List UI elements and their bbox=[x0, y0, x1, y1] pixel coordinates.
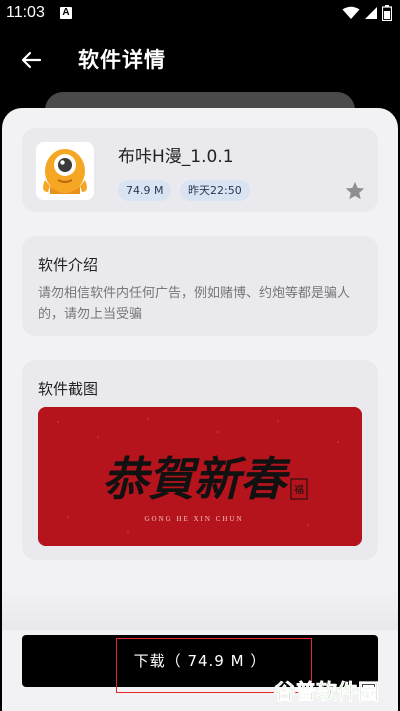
arrow-left-icon bbox=[21, 51, 42, 69]
wifi-icon bbox=[342, 6, 360, 19]
status-time: 11:03 bbox=[6, 4, 45, 21]
app-mascot-icon bbox=[36, 142, 94, 200]
date-badge: 昨天22:50 bbox=[180, 180, 250, 201]
screenshots-title: 软件截图 bbox=[38, 380, 99, 398]
screenshot-image[interactable]: 恭賀新春 GONG HE XIN CHUN 福 bbox=[38, 407, 362, 546]
intro-text: 请勿相信软件内任何广告，例如赌博、约炮等都是骗人的，请勿上当受骗 bbox=[38, 286, 351, 322]
new-year-banner: 恭賀新春 GONG HE XIN CHUN 福 bbox=[38, 407, 362, 546]
favorite-button[interactable] bbox=[344, 180, 366, 202]
sheet-fade bbox=[2, 590, 398, 630]
intro-card: 软件介绍 请勿相信软件内任何广告，例如赌博、约炮等都是骗人的，请勿上当受骗 bbox=[22, 236, 378, 336]
page-title: 软件详情 bbox=[78, 48, 166, 72]
calligraphy-text: 恭賀新春 bbox=[102, 452, 291, 506]
back-button[interactable] bbox=[14, 42, 50, 78]
watermark-text: 谷普软件园 bbox=[274, 680, 379, 704]
app-icon bbox=[36, 142, 94, 200]
intro-title: 软件介绍 bbox=[38, 256, 99, 274]
battery-icon bbox=[382, 5, 392, 21]
star-icon bbox=[345, 181, 365, 200]
notification-icon: A bbox=[60, 7, 72, 19]
app-bar: 软件详情 bbox=[0, 28, 400, 92]
pinyin-text: GONG HE XIN CHUN bbox=[144, 515, 243, 523]
app-info-card: 布咔H漫_1.0.1 74.9 M 昨天22:50 bbox=[22, 128, 378, 212]
watermark: 谷普软件园 bbox=[274, 680, 380, 705]
app-name: 布咔H漫_1.0.1 bbox=[118, 147, 234, 167]
status-bar: 11:03 A bbox=[0, 0, 400, 28]
watermark-logo: 谷普软件园 bbox=[272, 676, 394, 706]
signal-icon bbox=[365, 7, 377, 19]
seal-text: 福 bbox=[294, 483, 304, 496]
status-icons bbox=[342, 5, 392, 21]
screenshots-card: 软件截图 恭賀新春 GONG HE XIN CHUN 福 bbox=[22, 360, 378, 560]
size-badge: 74.9 M bbox=[118, 180, 172, 201]
